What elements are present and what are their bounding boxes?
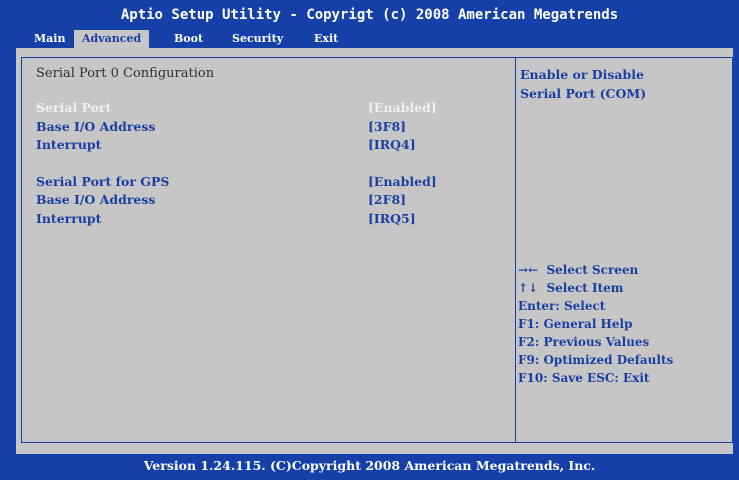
help-divider bbox=[515, 57, 516, 443]
title-bar: Aptio Setup Utility - Copyrigt (c) 2008 … bbox=[0, 0, 739, 28]
setting-value[interactable]: [IRQ4] bbox=[368, 136, 416, 154]
key-enter-select: Enter: Select bbox=[518, 299, 606, 313]
setting-label: Interrupt bbox=[36, 211, 102, 226]
setting-value[interactable]: [3F8] bbox=[368, 118, 406, 136]
key-select-item: ↑↓ Select Item bbox=[518, 281, 624, 295]
tab-security[interactable]: Security bbox=[224, 30, 291, 48]
setting-serial-port[interactable]: Serial Port [Enabled] bbox=[36, 99, 506, 117]
key-select-screen: →← Select Screen bbox=[518, 263, 639, 277]
setting-interrupt[interactable]: Interrupt [IRQ4] bbox=[36, 136, 506, 154]
tab-exit[interactable]: Exit bbox=[306, 30, 346, 48]
tab-main[interactable]: Main bbox=[26, 30, 73, 48]
tab-bar: Main Advanced Boot Security Exit bbox=[0, 28, 739, 48]
key-optimized-defaults: F9: Optimized Defaults bbox=[518, 353, 674, 367]
setting-label: Base I/O Address bbox=[36, 119, 156, 134]
footer-version: Version 1.24.115. (C)Copyright 2008 Amer… bbox=[0, 454, 739, 480]
setting-value[interactable]: [Enabled] bbox=[368, 173, 437, 191]
setting-label: Serial Port for GPS bbox=[36, 174, 170, 189]
section-title: Serial Port 0 Configuration bbox=[36, 66, 215, 81]
key-previous-values: F2: Previous Values bbox=[518, 335, 650, 349]
setting-base-io-address[interactable]: Base I/O Address [3F8] bbox=[36, 118, 506, 136]
setting-label: Serial Port bbox=[36, 100, 112, 115]
setting-value[interactable]: [Enabled] bbox=[368, 99, 437, 117]
setting-serial-port-gps[interactable]: Serial Port for GPS [Enabled] bbox=[36, 173, 506, 191]
help-line: Serial Port (COM) bbox=[520, 86, 647, 101]
setting-value[interactable]: [IRQ5] bbox=[368, 210, 416, 228]
setting-label: Interrupt bbox=[36, 137, 102, 152]
setting-gps-base-io-address[interactable]: Base I/O Address [2F8] bbox=[36, 191, 506, 209]
setting-label: Base I/O Address bbox=[36, 192, 156, 207]
key-legend: →← Select Screen ↑↓ Select Item Enter: S… bbox=[518, 261, 728, 387]
tab-boot[interactable]: Boot bbox=[166, 30, 211, 48]
key-save-exit: F10: Save ESC: Exit bbox=[518, 371, 650, 385]
help-line: Enable or Disable bbox=[520, 67, 644, 82]
help-text: Enable or Disable Serial Port (COM) bbox=[520, 65, 720, 103]
key-general-help: F1: General Help bbox=[518, 317, 633, 331]
setting-value[interactable]: [2F8] bbox=[368, 191, 406, 209]
tab-advanced[interactable]: Advanced bbox=[74, 30, 150, 48]
setting-gps-interrupt[interactable]: Interrupt [IRQ5] bbox=[36, 210, 506, 228]
